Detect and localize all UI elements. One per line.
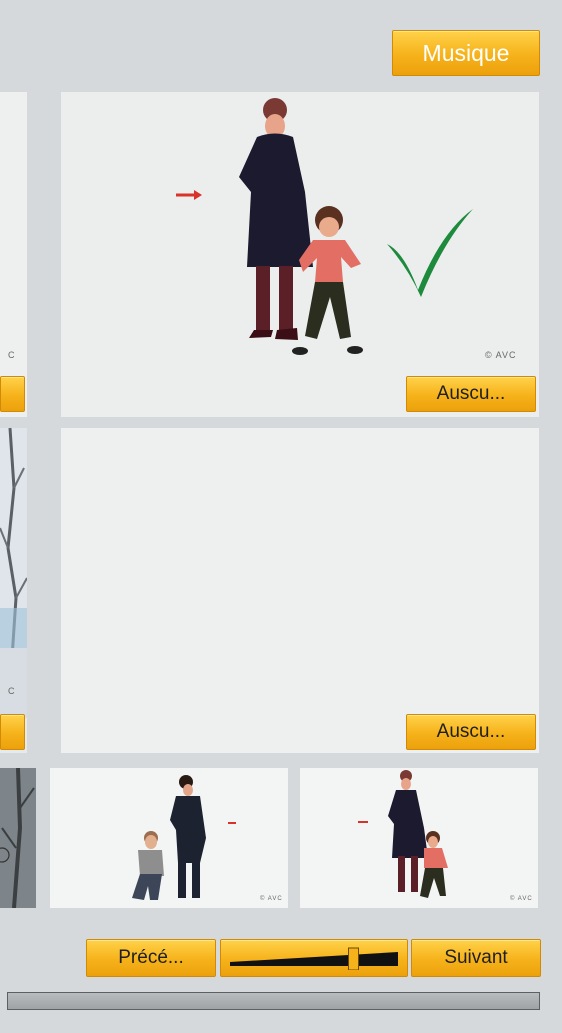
previous-button[interactable]: Précé... xyxy=(86,939,216,977)
mother-daughter-thumbnail-image xyxy=(358,770,448,898)
thumbnail-credit-2: © AVC xyxy=(510,896,533,902)
slider-track xyxy=(230,947,398,970)
main-image-panel-1[interactable]: © AVC xyxy=(61,92,539,417)
man-child-illustration xyxy=(132,775,236,900)
slider-thumb[interactable] xyxy=(348,947,359,970)
next-button[interactable]: Suivant xyxy=(411,939,541,977)
music-button[interactable]: Musique xyxy=(392,30,540,76)
app-window: { "toolbar": { "music_button": "Musique"… xyxy=(0,0,562,1033)
left-credit-2: C xyxy=(8,686,16,696)
left-partial-panel-2[interactable]: C xyxy=(0,428,27,753)
main-image-panel-2[interactable] xyxy=(61,428,539,753)
cursor-icon xyxy=(0,847,10,863)
red-arrow-icon xyxy=(176,190,202,200)
left-partial-panel-1[interactable]: C xyxy=(0,92,27,417)
tree-photo-image xyxy=(0,428,27,718)
thumbnail-credit-1: © AVC xyxy=(260,896,283,902)
tree-thumbnail-image xyxy=(0,768,36,908)
listen-button-1[interactable]: Auscu... xyxy=(406,376,536,412)
mother-daughter-illustration xyxy=(176,98,473,355)
progress-bar[interactable] xyxy=(7,992,540,1010)
thumbnail-mother-daughter[interactable]: © AVC xyxy=(300,768,538,908)
volume-slider[interactable] xyxy=(220,939,408,977)
left-listen-button-1[interactable] xyxy=(0,376,25,412)
left-listen-button-2[interactable] xyxy=(0,714,25,750)
thumbnail-man-child[interactable]: © AVC xyxy=(50,768,288,908)
copyright-label: © AVC xyxy=(485,350,517,360)
listen-button-2[interactable]: Auscu... xyxy=(406,714,536,750)
left-credit-1: C xyxy=(8,350,16,360)
thumbnail-partial[interactable] xyxy=(0,768,36,908)
